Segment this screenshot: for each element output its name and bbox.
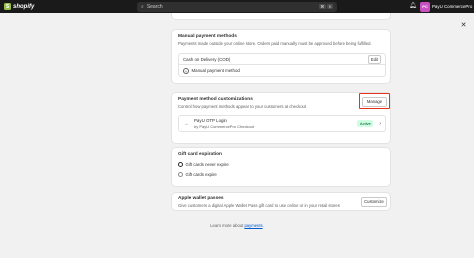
apple-wallet-title: Apple wallet passes: [178, 196, 224, 201]
add-manual-method-row[interactable]: + Manual payment method: [178, 65, 386, 77]
search-placeholder: Search: [146, 3, 163, 10]
gateway-row[interactable]: → PayU OTP Login by PayU CommercePro Che…: [178, 115, 386, 132]
customizations-title: Payment method customizations: [178, 97, 253, 102]
radio-expire-label: Gift cards expire: [185, 172, 217, 177]
payments-link[interactable]: payments: [244, 223, 262, 228]
manual-method-name: Cash on Delivery (COD): [183, 56, 231, 62]
shortcut-cmd-key: ⌘: [318, 3, 326, 10]
gateway-provider: by PayU CommercePro Checkout: [194, 124, 255, 129]
previous-section-card: [171, 13, 391, 20]
manual-payments-card: Manual payment methods Payments made out…: [171, 29, 391, 84]
manual-payments-description: Payments made outside your online store.…: [178, 40, 372, 46]
status-badge: Active: [357, 120, 374, 127]
shopify-logo[interactable]: S shopify: [4, 3, 34, 10]
chevron-right-icon: ›: [379, 120, 381, 127]
payment-customizations-card: Payment method customizations Control ho…: [171, 92, 391, 144]
bell-icon[interactable]: 🔔︎: [409, 3, 417, 10]
search-input[interactable]: ⌕ Search ⌘ K: [137, 1, 337, 12]
footer-period: .: [262, 223, 264, 228]
edit-button[interactable]: Edit: [368, 54, 381, 64]
avatar: PC: [420, 1, 430, 12]
gift-card-expiration-card: Gift card expiration Gift cards never ex…: [171, 147, 391, 187]
apple-wallet-card: Apple wallet passes Give customers a dig…: [171, 192, 391, 211]
radio-expire[interactable]: Gift cards expire: [178, 172, 217, 177]
manual-method-row: Cash on Delivery (COD) Edit: [178, 53, 386, 65]
radio-never-expire[interactable]: Gift cards never expire: [178, 162, 229, 167]
customizations-description: Control how payment methods appear to yo…: [178, 103, 307, 109]
plus-circle-icon: +: [183, 67, 189, 74]
shopify-bag-icon: S: [4, 3, 11, 10]
shortcut-k-key: K: [327, 3, 333, 10]
close-icon[interactable]: ✕: [459, 21, 468, 30]
top-bar: S shopify ⌕ Search ⌘ K 🔔︎ PC PayU Commer…: [0, 0, 474, 13]
customize-button[interactable]: Customize: [361, 197, 387, 207]
radio-button-selected[interactable]: [178, 162, 183, 167]
apple-wallet-description: Give customers a digital Apple Wallet Pa…: [178, 202, 340, 208]
footer-text: Learn more about: [210, 223, 244, 228]
gateway-name: PayU OTP Login: [194, 118, 227, 123]
search-shortcut: ⌘ K: [318, 3, 333, 10]
store-name: PayU CommercePro: [432, 4, 473, 9]
radio-button[interactable]: [178, 172, 183, 177]
search-icon: ⌕: [141, 3, 144, 10]
gift-card-title: Gift card expiration: [178, 152, 222, 157]
arrow-right-icon: →: [183, 120, 189, 127]
manage-highlight-box: [359, 93, 390, 109]
add-manual-method-label: Manual payment method: [191, 68, 240, 73]
store-menu[interactable]: PC PayU CommercePro: [420, 1, 473, 12]
brand-name: shopify: [13, 3, 35, 10]
radio-never-expire-label: Gift cards never expire: [185, 162, 229, 167]
footer-note: Learn more about payments.: [0, 223, 474, 228]
gateway-info: PayU OTP Login by PayU CommercePro Check…: [194, 118, 254, 129]
manual-payments-title: Manual payment methods: [178, 34, 237, 39]
